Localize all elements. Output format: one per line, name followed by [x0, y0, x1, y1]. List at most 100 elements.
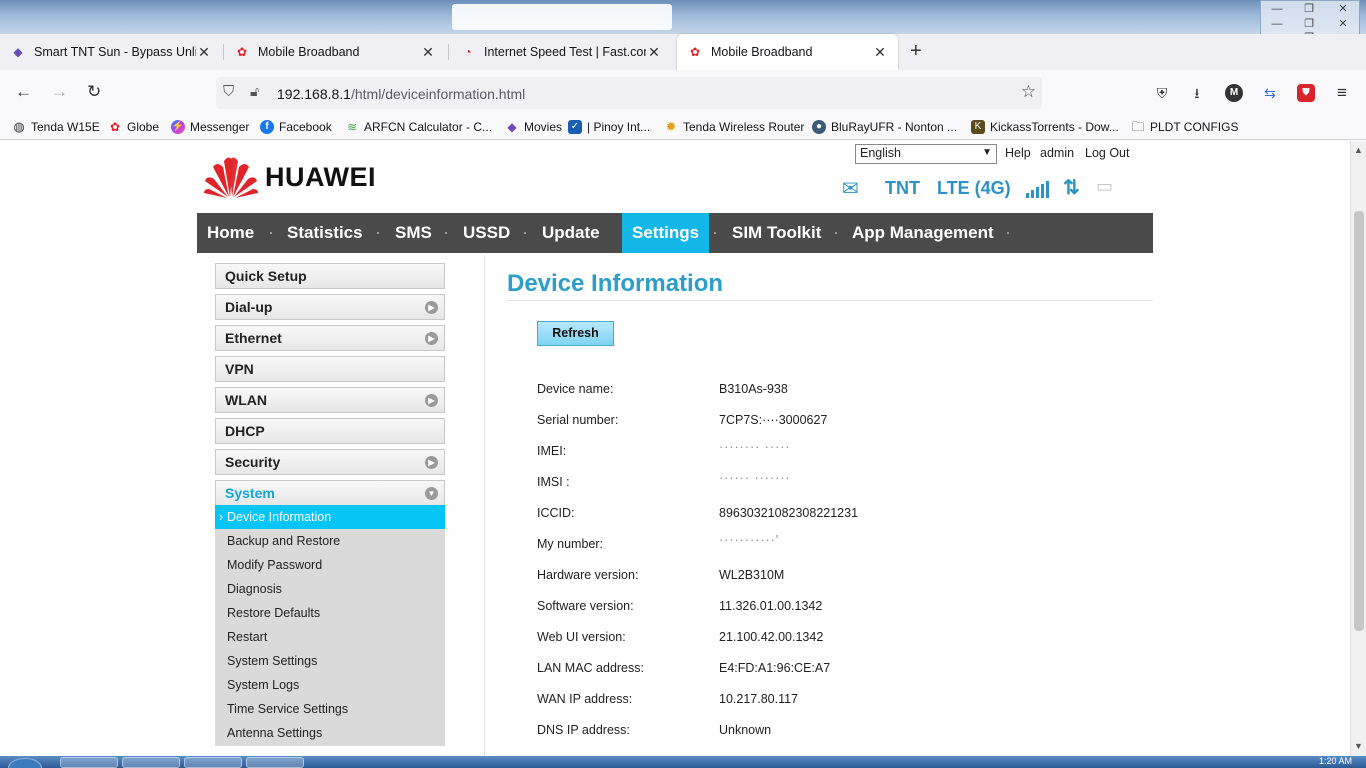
close-tab-icon[interactable]: ✕	[872, 44, 888, 61]
wan-ip-value: 10.217.80.117	[719, 692, 799, 706]
language-select[interactable]: English ▼	[855, 144, 997, 164]
bookmark-label: Globe	[127, 120, 160, 134]
sidebar-item-ethernet[interactable]: Ethernet ▶	[215, 325, 445, 351]
bookmark-item[interactable]: ◍ Tenda W15E	[12, 120, 99, 135]
taskbar-app[interactable]	[60, 757, 118, 768]
browser-tab[interactable]: ◆ Smart TNT Sun - Bypass Unlida ✕	[0, 34, 222, 70]
shield-logo-icon: ◆	[13, 45, 23, 59]
bookmark-item[interactable]: ✓ | Pinoy Int...	[568, 120, 650, 134]
submenu-diagnosis[interactable]: Diagnosis	[215, 577, 445, 601]
submenu-system-logs[interactable]: System Logs	[215, 673, 445, 697]
nav-sms[interactable]: SMS	[385, 213, 442, 253]
restore-icon[interactable]: ❐	[1297, 3, 1321, 15]
scrollbar-thumb[interactable]	[1354, 211, 1364, 631]
bookmark-item[interactable]: ● BluRayUFR - Nonton ...	[812, 120, 957, 134]
download-icon[interactable]: ⭳	[1188, 84, 1206, 102]
address-bar[interactable]: ⛉ 🔓︎ 192.168.8.1/html/deviceinformation.…	[216, 77, 1042, 109]
sidebar-item-wlan[interactable]: WLAN ▶	[215, 387, 445, 413]
sidebar-item-vpn[interactable]: VPN	[215, 356, 445, 382]
taskbar-clock[interactable]: 1:20 AM	[1319, 756, 1352, 766]
submenu-antenna-settings[interactable]: Antenna Settings	[215, 721, 445, 745]
sidebar-item-security[interactable]: Security ▶	[215, 449, 445, 475]
nav-app-management[interactable]: App Management	[842, 213, 1004, 253]
imsi-value: ······ ·······	[719, 471, 791, 485]
browser-tab-active[interactable]: ✿ Mobile Broadband ✕	[677, 34, 898, 70]
pocket-icon[interactable]: ⛨	[1153, 84, 1171, 102]
shield-logo-icon: ◆	[507, 120, 517, 134]
taskbar-app[interactable]	[184, 757, 242, 768]
sidebar-item-label: System	[225, 485, 275, 501]
menu-icon[interactable]: ≡	[1333, 84, 1351, 102]
bookmark-item[interactable]: ✹ Tenda Wireless Router	[664, 120, 805, 135]
bookmark-item[interactable]: ✿ Globe	[108, 120, 159, 134]
submenu-modify-password[interactable]: Modify Password	[215, 553, 445, 577]
scroll-down-icon[interactable]: ▼	[1354, 741, 1363, 751]
page-scrollbar[interactable]: ▲ ▼	[1350, 141, 1366, 756]
help-link[interactable]: Help	[1005, 146, 1031, 160]
tab-label: Smart TNT Sun - Bypass Unlida	[34, 45, 196, 59]
submenu-system-settings[interactable]: System Settings	[215, 649, 445, 673]
submenu-backup-restore[interactable]: Backup and Restore	[215, 529, 445, 553]
translate-icon[interactable]: ⇆	[1261, 84, 1279, 102]
browser-tab[interactable]: ✿ Mobile Broadband ✕	[224, 34, 446, 70]
url-text[interactable]: 192.168.8.1/html/deviceinformation.html	[277, 86, 525, 102]
mail-icon[interactable]: ✉	[842, 176, 859, 201]
logout-link[interactable]: Log Out	[1085, 146, 1129, 160]
close-tab-icon[interactable]: ✕	[420, 44, 436, 61]
nav-settings[interactable]: Settings	[622, 213, 709, 253]
reload-icon[interactable]: ↻	[87, 82, 101, 102]
nav-sim-toolkit[interactable]: SIM Toolkit	[722, 213, 831, 253]
browser-tab[interactable]: ◔ Internet Speed Test | Fast.com ✕	[450, 34, 672, 70]
submenu-device-information[interactable]: Device Information	[215, 505, 445, 529]
bookmark-item[interactable]: ≋ ARFCN Calculator - C...	[345, 120, 492, 134]
refresh-button[interactable]: Refresh	[537, 321, 614, 346]
restore-icon[interactable]: ❐	[1297, 18, 1321, 30]
bookmark-item[interactable]: 🗀︎ PLDT CONFIGS	[1131, 120, 1238, 135]
close-window-icon[interactable]: ✕	[1331, 3, 1355, 15]
nav-ussd[interactable]: USSD	[453, 213, 520, 253]
sidebar-item-quick-setup[interactable]: Quick Setup	[215, 263, 445, 289]
hardware-version-value: WL2B310M	[719, 568, 785, 582]
close-window-icon[interactable]: ✕	[1331, 18, 1355, 30]
back-icon[interactable]: ←	[15, 82, 32, 102]
ublock-icon[interactable]: ⛊	[1297, 84, 1315, 102]
info-label: Serial number:	[537, 413, 619, 427]
nav-update[interactable]: Update	[532, 213, 610, 253]
sidebar-item-label: Dial-up	[225, 299, 273, 315]
sidebar-item-dhcp[interactable]: DHCP	[215, 418, 445, 444]
info-label: LAN MAC address:	[537, 661, 644, 675]
nav-separator	[714, 232, 716, 234]
account-avatar-icon[interactable]: M	[1225, 84, 1243, 102]
close-tab-icon[interactable]: ✕	[196, 44, 212, 61]
close-tab-icon[interactable]: ✕	[646, 44, 662, 61]
info-label: Web UI version:	[537, 630, 626, 644]
submenu-restore-defaults[interactable]: Restore Defaults	[215, 601, 445, 625]
nav-statistics[interactable]: Statistics	[277, 213, 373, 253]
device-name-value: B310As-938	[719, 382, 788, 396]
user-link[interactable]: admin	[1040, 146, 1074, 160]
page-title: Device Information	[507, 270, 724, 297]
sidebar-item-dial-up[interactable]: Dial-up ▶	[215, 294, 445, 320]
bookmark-item[interactable]: ◆ Movies	[505, 120, 562, 134]
tracking-shield-icon[interactable]: ⛉	[223, 83, 234, 100]
nav-home[interactable]: Home	[197, 213, 264, 253]
bookmark-item[interactable]: f Facebook	[260, 120, 332, 134]
minimize-icon[interactable]: —	[1265, 3, 1289, 15]
bookmark-star-icon[interactable]: ☆	[1021, 82, 1036, 102]
forward-icon[interactable]: →	[51, 82, 68, 102]
taskbar-app[interactable]	[122, 757, 180, 768]
taskbar-app[interactable]	[246, 757, 304, 768]
bookmark-item[interactable]: K KickassTorrents - Dow...	[971, 120, 1119, 134]
submenu-restart[interactable]: Restart	[215, 625, 445, 649]
insecure-lock-icon[interactable]: 🔓︎	[250, 83, 259, 100]
start-button[interactable]	[8, 758, 42, 768]
info-label: Device name:	[537, 382, 614, 396]
new-tab-icon[interactable]: +	[910, 40, 922, 63]
sidebar-item-system[interactable]: System ▼	[215, 480, 445, 506]
scroll-up-icon[interactable]: ▲	[1354, 145, 1363, 155]
bookmark-item[interactable]: ⚡ Messenger	[171, 120, 249, 134]
signal-strength-icon	[1026, 181, 1049, 198]
bookmark-label: Movies	[524, 120, 563, 134]
minimize-icon[interactable]: —	[1265, 18, 1289, 30]
submenu-time-service[interactable]: Time Service Settings	[215, 697, 445, 721]
